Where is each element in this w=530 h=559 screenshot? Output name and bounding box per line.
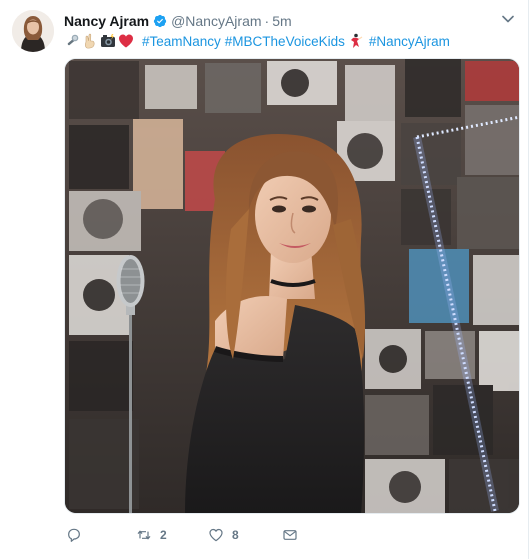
verified-badge-icon [153,14,167,28]
like-button[interactable]: 8 [208,525,239,545]
hashtag-link[interactable]: #MBCTheVoiceKids [225,34,345,49]
reply-button[interactable] [66,525,90,545]
hashtag-link[interactable]: #TeamNancy [142,34,221,49]
tweet-actions: 2 8 [64,525,520,545]
chevron-down-icon[interactable] [501,12,515,26]
microphone-emoji-icon [67,34,79,46]
envelope-icon [283,530,297,540]
hashtag-link[interactable]: #NancyAjram [369,34,450,49]
camera-with-flash-emoji-icon [101,34,115,47]
reply-icon [68,528,80,542]
victory-hand-emoji-icon [85,33,95,49]
like-count: 8 [232,528,239,542]
retweet-count: 2 [160,528,167,542]
retweet-icon [137,530,151,540]
tweet-text: #TeamNancy #MBCTheVoiceKids #NancyAjram [64,31,450,51]
author-avatar[interactable] [12,10,54,52]
red-heart-emoji-icon [119,34,133,48]
author-name[interactable]: Nancy Ajram [64,12,149,30]
header-separator: · [264,13,270,29]
retweet-button[interactable]: 2 [136,525,167,545]
tweet-card[interactable]: Nancy Ajram @NancyAjram · 5m #TeamNancy … [0,0,529,559]
tweet-header: Nancy Ajram @NancyAjram · 5m [64,12,292,30]
heart-icon [209,528,223,542]
tweet-photo[interactable] [64,58,520,514]
dancer-emoji-icon [350,33,363,48]
author-handle[interactable]: @NancyAjram [171,12,261,30]
tweet-timestamp[interactable]: 5m [272,12,291,30]
direct-message-button[interactable] [282,525,298,545]
